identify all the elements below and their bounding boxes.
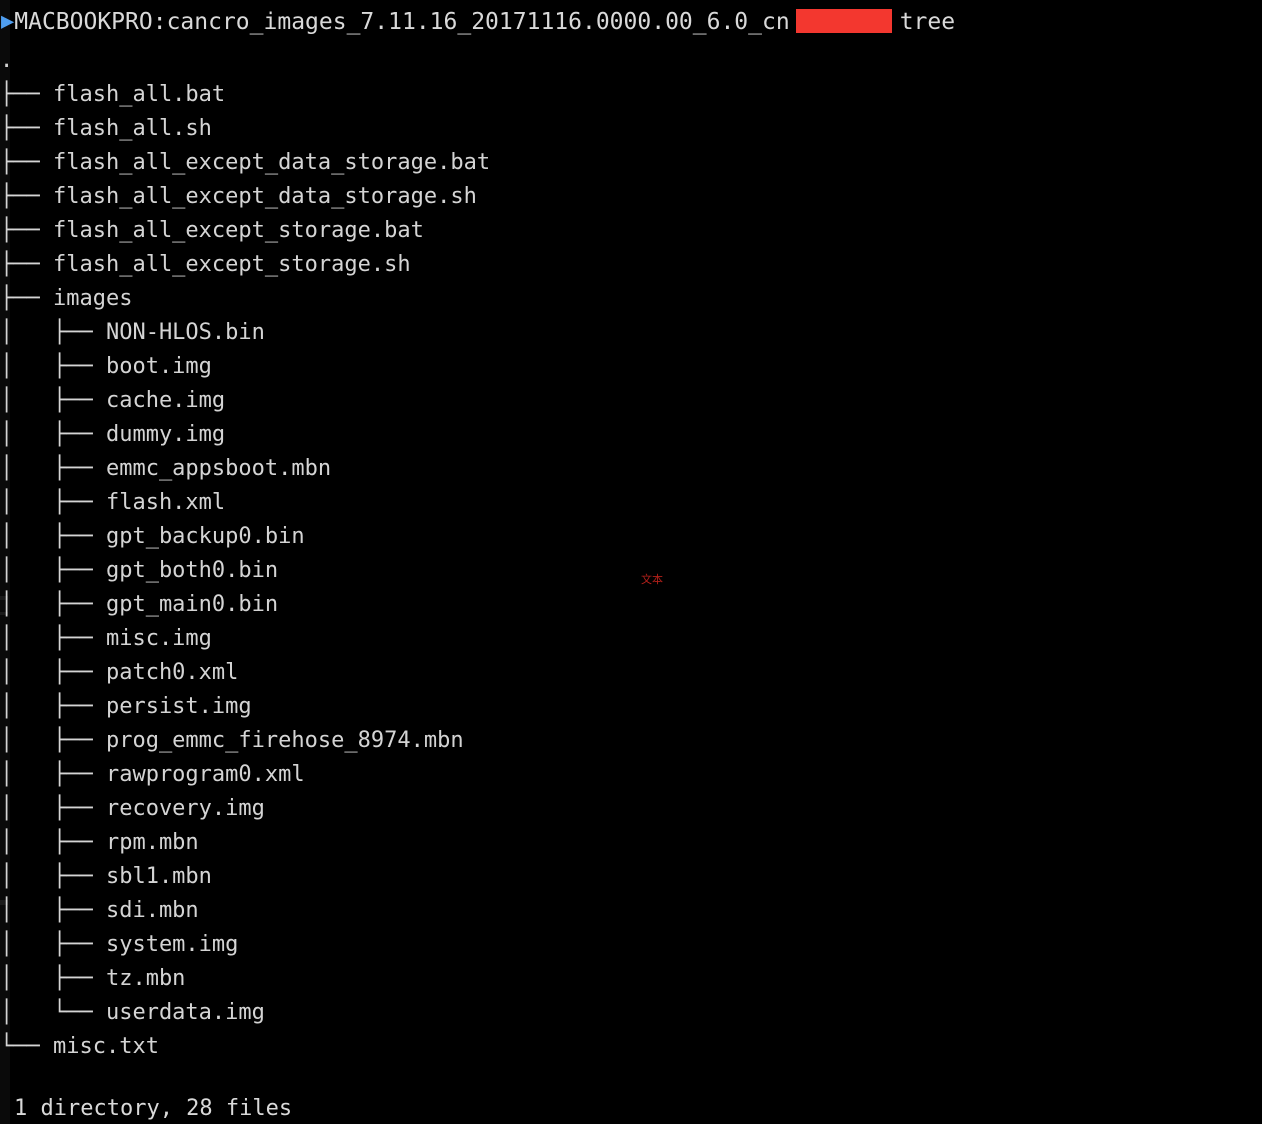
tree-entry: │ └── userdata.img (0, 1000, 265, 1025)
tree-entry: └── misc.txt (0, 1034, 159, 1059)
tree-summary-line: 1 directory, 28 files (14, 1096, 293, 1121)
tree-entry: ├── images (0, 286, 133, 311)
tree-entry: ├── flash_all_except_storage.sh (0, 252, 411, 277)
tree-entry: │ ├── NON-HLOS.bin (0, 320, 265, 345)
tree-entry: │ ├── gpt_both0.bin (0, 558, 279, 583)
tree-entry: ├── flash_all_except_data_storage.bat (0, 150, 491, 175)
tree-entry: │ ├── boot.img (0, 354, 212, 379)
red-artifact-text: 文本 (641, 573, 663, 586)
tree-entry: │ ├── flash.xml (0, 490, 226, 515)
tree-entry: │ ├── cache.img (0, 388, 226, 413)
tree-entry: │ ├── dummy.img (0, 422, 226, 447)
tree-output: . ├── flash_all.bat ├── flash_all.sh ├── fl… (0, 44, 490, 1064)
redacted-username-bar (795, 9, 892, 33)
tree-root: . (0, 48, 14, 73)
tree-entry: │ ├── gpt_backup0.bin (0, 524, 305, 549)
tree-entry: │ ├── rpm.mbn (0, 830, 199, 855)
terminal-window[interactable]: ▶ MACBOOKPRO:cancro_images_7.11.16_201711… (0, 0, 1262, 1124)
shell-command-text: tree (899, 9, 956, 35)
tree-entry: │ ├── tz.mbn (0, 966, 186, 991)
prompt-arrow-icon: ▶ (1, 9, 15, 34)
tree-entry: ├── flash_all.sh (0, 116, 212, 141)
tree-entry: │ ├── gpt_main0.bin (0, 592, 279, 617)
tree-entry: │ ├── rawprogram0.xml (0, 762, 305, 787)
tree-entry: │ ├── system.img (0, 932, 239, 957)
tree-entry: ├── flash_all_except_data_storage.sh (0, 184, 477, 209)
tree-entry: ├── flash_all.bat (0, 82, 226, 107)
tree-entry: │ ├── sbl1.mbn (0, 864, 212, 889)
tree-entry: ├── flash_all_except_storage.bat (0, 218, 424, 243)
tree-entry: │ ├── patch0.xml (0, 660, 239, 685)
tree-entry: │ ├── emmc_appsboot.mbn (0, 456, 332, 481)
tree-entry: │ ├── persist.img (0, 694, 252, 719)
tree-entry: │ ├── recovery.img (0, 796, 265, 821)
tree-entry: │ ├── sdi.mbn (0, 898, 199, 923)
shell-prompt-line[interactable]: ▶ MACBOOKPRO:cancro_images_7.11.16_201711… (0, 6, 955, 38)
tree-entry: │ ├── prog_emmc_firehose_8974.mbn (0, 728, 464, 753)
tree-entry: │ ├── misc.img (0, 626, 212, 651)
prompt-host-path: MACBOOKPRO:cancro_images_7.11.16_2017111… (14, 9, 790, 35)
